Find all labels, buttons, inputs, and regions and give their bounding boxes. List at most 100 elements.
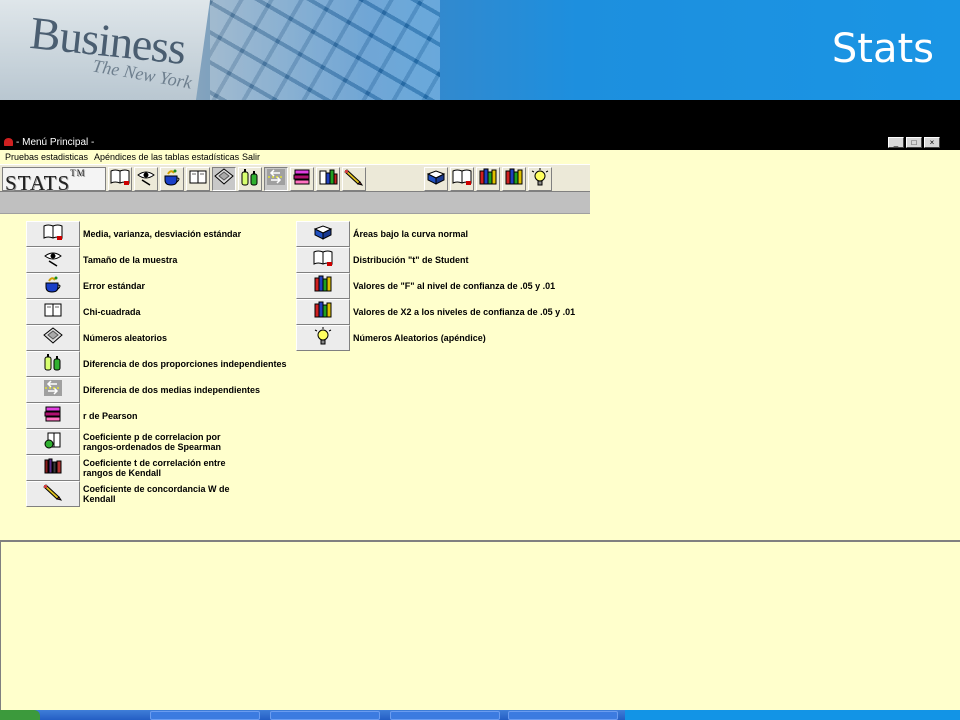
- appendix-label[interactable]: Distribución "t" de Student: [353, 255, 469, 265]
- slide-title: Stats: [831, 26, 934, 72]
- stats-logo: STATSTM: [2, 167, 106, 194]
- open-book-icon: [43, 223, 63, 246]
- blue-book-icon: [426, 168, 446, 191]
- books-shelf-icon: [478, 168, 498, 191]
- eye-icon: [43, 249, 63, 272]
- menu-pruebas[interactable]: Pruebas estadisticas: [5, 150, 88, 164]
- toolbar-appendix-button[interactable]: [424, 167, 448, 191]
- test-button[interactable]: [26, 481, 80, 507]
- appendix-label[interactable]: Áreas bajo la curva normal: [353, 229, 468, 239]
- pink-books-icon: [43, 405, 63, 428]
- test-label[interactable]: Coeficiente t de correlación entre rango…: [83, 458, 226, 478]
- toolbar-appendix-button[interactable]: [476, 167, 500, 191]
- test-button[interactable]: [26, 455, 80, 481]
- menu-bar: Pruebas estadisticas Apéndices de las ta…: [0, 150, 960, 164]
- test-button[interactable]: [26, 299, 80, 325]
- menu-salir[interactable]: Salir: [242, 150, 260, 164]
- system-tray: [625, 710, 960, 720]
- test-button[interactable]: [26, 403, 80, 429]
- test-label[interactable]: r de Pearson: [83, 411, 138, 421]
- test-button[interactable]: [26, 273, 80, 299]
- toolbar-button[interactable]: [212, 167, 236, 191]
- teacup-icon: [162, 168, 182, 191]
- taskbar-item[interactable]: [508, 711, 618, 720]
- open-book-icon: [313, 249, 333, 272]
- bottles-icon: [240, 168, 260, 191]
- toolbar-appendix-button[interactable]: [528, 167, 552, 191]
- books-shelf-icon: [504, 168, 524, 191]
- toolbar-button[interactable]: [290, 167, 314, 191]
- test-button[interactable]: [26, 429, 80, 455]
- close-button[interactable]: ×: [924, 137, 940, 148]
- toolbar-button[interactable]: [238, 167, 262, 191]
- test-label[interactable]: Tamaño de la muestra: [83, 255, 177, 265]
- appendix-button[interactable]: [296, 299, 350, 325]
- appendix-button[interactable]: [296, 273, 350, 299]
- books-shelf-icon: [313, 301, 333, 324]
- window-title: - Menú Principal -: [16, 137, 95, 148]
- window-title-bar[interactable]: - Menú Principal - _ □ ×: [0, 135, 960, 150]
- toolbar: STATSTM: [0, 164, 590, 194]
- lightbulb-icon: [530, 167, 550, 191]
- arrows-icon: [266, 168, 286, 191]
- test-label[interactable]: Media, varianza, desviación estándar: [83, 229, 241, 239]
- taskbar-item[interactable]: [150, 711, 260, 720]
- output-panel[interactable]: [0, 540, 960, 710]
- diskette-icon: [214, 167, 234, 191]
- toolbar-appendix-button[interactable]: [450, 167, 474, 191]
- pink-books-icon: [292, 168, 312, 191]
- toolbar-button[interactable]: [108, 167, 132, 191]
- toolbar-button[interactable]: [160, 167, 184, 191]
- folders-icon: [318, 168, 338, 191]
- test-label[interactable]: Coeficiente de concordancia W de Kendall: [83, 484, 230, 504]
- maximize-button[interactable]: □: [906, 137, 922, 148]
- minimize-button[interactable]: _: [888, 137, 904, 148]
- test-label[interactable]: Diferencia de dos proporciones independi…: [83, 359, 287, 369]
- open-book-icon: [110, 168, 130, 191]
- appendix-button[interactable]: [296, 325, 350, 351]
- pencil-icon: [43, 483, 63, 506]
- teacup-icon: [43, 275, 63, 298]
- arrows-icon: [43, 379, 63, 402]
- menu-apendices[interactable]: Apéndices de las tablas estadísticas: [94, 150, 239, 164]
- diskette-icon: [43, 326, 63, 350]
- test-button[interactable]: [26, 221, 80, 247]
- eye-icon: [136, 168, 156, 191]
- open-book-icon: [452, 168, 472, 191]
- test-button[interactable]: [26, 247, 80, 273]
- toolbar-appendix-button[interactable]: [502, 167, 526, 191]
- test-label[interactable]: Números aleatorios: [83, 333, 167, 343]
- slide-banner: Business The New York Stats: [0, 0, 960, 100]
- kendall-books-icon: [43, 457, 63, 480]
- test-label[interactable]: Error estándar: [83, 281, 145, 291]
- spearman-icon: [43, 431, 63, 454]
- test-button[interactable]: [26, 377, 80, 403]
- test-label[interactable]: Diferencia de dos medias independientes: [83, 385, 260, 395]
- taskbar-item[interactable]: [390, 711, 500, 720]
- status-strip: [0, 192, 590, 214]
- test-button[interactable]: [26, 325, 80, 351]
- books-shelf-icon: [313, 275, 333, 298]
- taskbar: [0, 710, 960, 720]
- taskbar-item[interactable]: [270, 711, 380, 720]
- slide-divider-bar: [0, 100, 960, 135]
- appendix-button[interactable]: [296, 221, 350, 247]
- test-button[interactable]: [26, 351, 80, 377]
- appendix-label[interactable]: Valores de "F" al nivel de confianza de …: [353, 281, 555, 291]
- appendix-label[interactable]: Números Aleatorios (apéndice): [353, 333, 486, 343]
- test-label[interactable]: Chi-cuadrada: [83, 307, 141, 317]
- app-icon[interactable]: [4, 138, 13, 146]
- toolbar-button[interactable]: [186, 167, 210, 191]
- test-label[interactable]: Coeficiente p de correlacion por rangos-…: [83, 432, 221, 452]
- lightbulb-icon: [313, 326, 333, 350]
- toolbar-button[interactable]: [134, 167, 158, 191]
- logo-trademark: TM: [70, 168, 86, 178]
- toolbar-button[interactable]: [264, 167, 288, 191]
- toolbar-button[interactable]: [342, 167, 366, 191]
- toolbar-button[interactable]: [316, 167, 340, 191]
- blue-book-icon: [313, 223, 333, 246]
- book-icon: [188, 168, 208, 191]
- appendix-button[interactable]: [296, 247, 350, 273]
- start-button[interactable]: [0, 710, 40, 720]
- appendix-label[interactable]: Valores de X2 a los niveles de confianza…: [353, 307, 575, 317]
